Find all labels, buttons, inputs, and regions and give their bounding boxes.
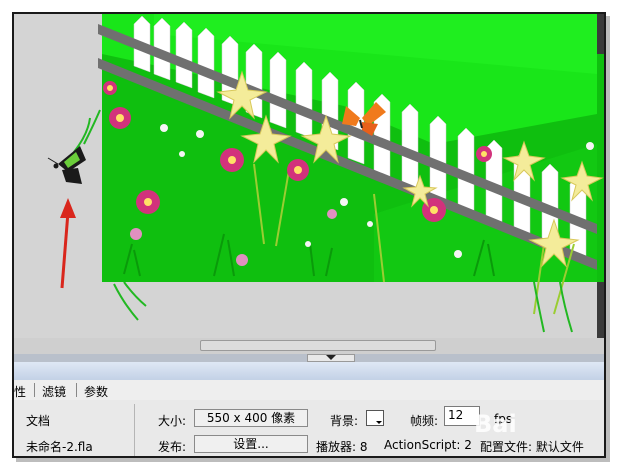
panel-title-bar: [14, 362, 604, 381]
document-size-button[interactable]: 550 x 400 像素: [194, 409, 308, 427]
tab-divider: [76, 383, 77, 397]
tab-parameters[interactable]: 参数: [84, 383, 108, 400]
document-filename: 未命名-2.fla: [26, 440, 93, 454]
flash-window: 性 滤镜 参数 文档 未命名-2.fla 大小: 550 x 400 像素 发布…: [12, 12, 606, 458]
document-type-label: 文档: [26, 414, 51, 428]
size-label: 大小:: [158, 414, 187, 428]
tab-filters[interactable]: 滤镜: [42, 383, 66, 400]
tab-divider: [34, 383, 35, 397]
actionscript-version: ActionScript: 2: [384, 438, 472, 452]
background-label: 背景:: [330, 414, 359, 428]
scrollbar-thumb[interactable]: [200, 340, 436, 351]
property-tabs: 性 滤镜 参数: [14, 380, 604, 401]
watermark-logo: Bai: [474, 410, 517, 438]
player-version: 播放器: 8: [316, 440, 368, 454]
chevron-down-icon: [326, 355, 336, 360]
tab-properties[interactable]: 性: [14, 383, 26, 400]
profile-label: 配置文件: 默认文件: [480, 440, 584, 454]
publish-label: 发布:: [158, 440, 187, 454]
color-swatch-icon[interactable]: [366, 410, 384, 426]
panel-collapse-strip[interactable]: [14, 354, 604, 362]
frame-rate-label: 帧频:: [410, 414, 439, 428]
stage-canvas[interactable]: [14, 14, 604, 338]
stage-horizontal-scrollbar[interactable]: [14, 338, 604, 354]
panel-divider: [134, 404, 135, 456]
publish-settings-button[interactable]: 设置...: [194, 435, 308, 453]
